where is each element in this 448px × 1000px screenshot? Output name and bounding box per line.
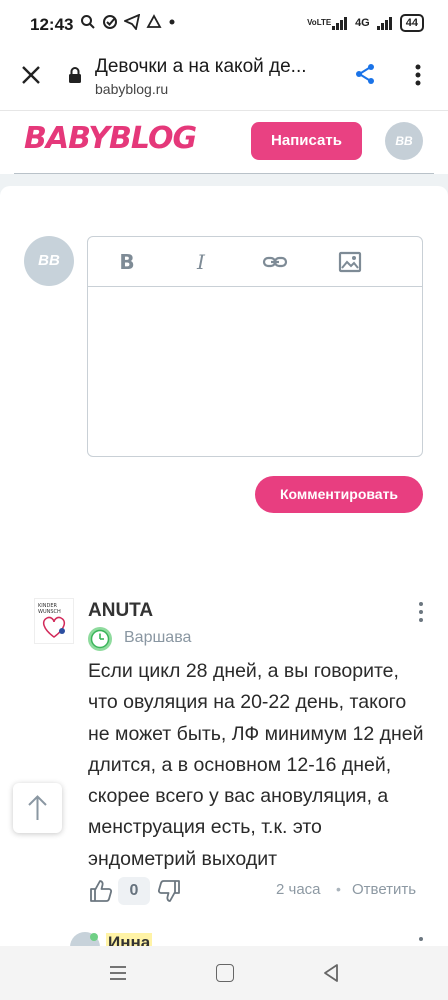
scroll-to-top-button[interactable] <box>13 783 62 833</box>
svg-text:WUNSCH: WUNSCH <box>38 609 61 615</box>
clock-icon <box>88 627 112 651</box>
write-button[interactable]: Написать <box>251 122 362 160</box>
status-system-icons: VoLTE 4G 44 <box>307 14 424 32</box>
home-icon[interactable] <box>216 964 234 982</box>
signal-icon-2 <box>376 17 392 30</box>
page-url[interactable]: babyblog.ru <box>95 81 168 97</box>
comment-editor: B I <box>87 236 423 457</box>
submit-comment-button[interactable]: Комментировать <box>255 476 423 513</box>
search-icon <box>81 15 95 29</box>
online-badge <box>90 933 98 941</box>
editor-avatar: BB <box>24 236 74 286</box>
comment-location: Варшава <box>124 629 192 646</box>
comment-text-area[interactable] <box>88 289 422 456</box>
recycle-icon <box>146 14 162 28</box>
section-gap <box>0 174 448 200</box>
thumbs-down-icon[interactable] <box>156 878 182 904</box>
dot-icon <box>169 19 175 25</box>
thumbs-up-icon[interactable] <box>88 878 114 904</box>
arrow-up-icon <box>28 795 47 820</box>
back-icon[interactable] <box>322 963 340 983</box>
site-header: BABYBLOG Написать BB <box>0 110 448 175</box>
comment-text: Если цикл 28 дней, а вы говорите, что ов… <box>88 660 424 870</box>
status-time: 12:43 <box>30 15 74 34</box>
user-avatar[interactable]: BB <box>385 122 423 160</box>
recent-apps-icon[interactable] <box>108 964 128 982</box>
site-logo[interactable]: BABYBLOG <box>24 121 197 156</box>
link-icon[interactable] <box>262 249 288 275</box>
editor-toolbar: B I <box>88 237 422 287</box>
check-circle-icon <box>103 15 117 29</box>
comment-more-icon[interactable] <box>412 600 430 624</box>
lock-icon <box>69 67 81 83</box>
italic-button[interactable]: I <box>188 249 214 275</box>
likes-count: 0 <box>118 877 150 905</box>
card-top-edge <box>0 186 448 200</box>
telegram-icon <box>124 14 140 30</box>
share-icon[interactable] <box>353 62 377 86</box>
comment-author-avatar[interactable]: KINDER WUNSCH <box>34 598 74 644</box>
system-navigation-bar <box>0 946 448 1000</box>
image-icon[interactable] <box>337 249 363 275</box>
reply-button[interactable]: Ответить <box>352 881 416 898</box>
comment-author-name[interactable]: ANUTA <box>88 600 153 622</box>
status-notification-icons <box>80 14 176 30</box>
battery-indicator: 44 <box>399 14 424 32</box>
comment-timestamp: 2 часа <box>276 881 321 898</box>
close-icon[interactable] <box>18 62 44 88</box>
more-vertical-icon[interactable] <box>408 62 428 88</box>
status-bar: 12:43 VoLTE 4G 44 <box>0 0 448 48</box>
browser-toolbar: Девочки а на какой де... babyblog.ru <box>0 48 448 110</box>
bold-button[interactable]: B <box>114 249 140 275</box>
page-title[interactable]: Девочки а на какой де... <box>95 56 335 78</box>
volte-label: VoLTE <box>307 18 332 27</box>
meta-separator: • <box>336 881 341 897</box>
signal-icon <box>332 17 348 30</box>
network-type-label: 4G <box>355 17 370 29</box>
kinderwunsch-logo-icon: KINDER WUNSCH <box>38 603 66 638</box>
